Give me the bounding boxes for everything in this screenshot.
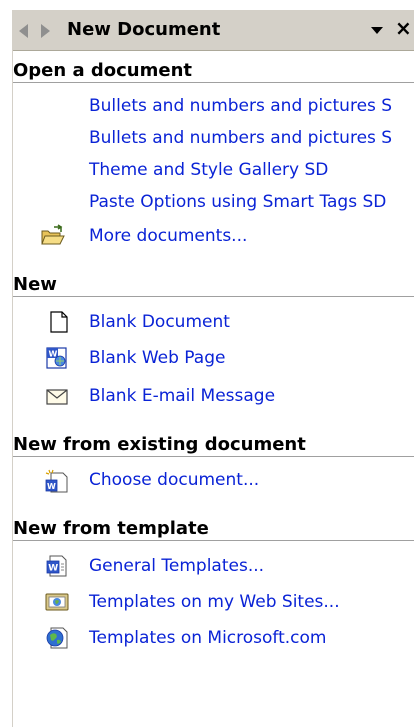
templates-on-microsoft-link[interactable]: Templates on Microsoft.com <box>89 628 327 648</box>
web-sites-template-icon <box>45 593 69 611</box>
recent-document-1-label[interactable]: Bullets and numbers and pictures S <box>89 96 392 116</box>
word-template-icon: W <box>46 555 67 577</box>
recent-document-3-label[interactable]: Theme and Style Gallery SD <box>89 160 328 180</box>
envelope-icon <box>46 389 68 405</box>
back-arrow-icon[interactable] <box>19 24 28 38</box>
more-documents-item[interactable]: More documents... <box>13 222 414 250</box>
task-pane-title: New Document <box>67 19 221 40</box>
templates-on-my-web-sites-link[interactable]: Templates on my Web Sites... <box>89 592 340 612</box>
choose-document-link[interactable]: Choose document... <box>89 470 259 490</box>
open-folder-icon <box>41 224 65 245</box>
recent-document-2[interactable]: Bullets and numbers and pictures S <box>13 124 414 152</box>
general-templates-link[interactable]: General Templates... <box>89 556 264 576</box>
task-pane: New Document × Open a document Bullets a… <box>12 10 414 727</box>
template-item-general[interactable]: W General Templates... <box>13 552 414 580</box>
template-item-web-sites[interactable]: Templates on my Web Sites... <box>13 588 414 616</box>
recent-document-4-label[interactable]: Paste Options using Smart Tags SD <box>89 192 386 212</box>
more-documents-link[interactable]: More documents... <box>89 226 247 246</box>
section-heading-new-from-template: New from template <box>13 518 414 541</box>
new-item-blank-document[interactable]: Blank Document <box>13 308 414 336</box>
recent-document-3[interactable]: Theme and Style Gallery SD <box>13 156 414 184</box>
recent-document-2-label[interactable]: Bullets and numbers and pictures S <box>89 128 392 148</box>
blank-page-icon <box>50 311 68 333</box>
svg-text:W: W <box>47 482 56 491</box>
svg-text:W: W <box>49 350 58 359</box>
new-from-existing-icon: W <box>45 469 68 493</box>
new-item-blank-email[interactable]: Blank E-mail Message <box>13 382 414 410</box>
section-heading-open-document: Open a document <box>13 60 414 83</box>
forward-arrow-icon[interactable] <box>41 24 50 38</box>
section-heading-new-from-existing: New from existing document <box>13 434 414 457</box>
recent-document-1[interactable]: Bullets and numbers and pictures S <box>13 92 414 120</box>
blank-email-link[interactable]: Blank E-mail Message <box>89 386 275 406</box>
blank-web-page-link[interactable]: Blank Web Page <box>89 348 225 368</box>
recent-document-4[interactable]: Paste Options using Smart Tags SD <box>13 188 414 216</box>
new-item-blank-web-page[interactable]: W Blank Web Page <box>13 344 414 372</box>
close-icon[interactable]: × <box>395 17 412 39</box>
blank-document-link[interactable]: Blank Document <box>89 312 230 332</box>
section-heading-new: New <box>13 274 414 297</box>
globe-icon <box>46 627 68 649</box>
svg-text:W: W <box>48 564 58 574</box>
dropdown-arrow-icon[interactable] <box>371 27 383 34</box>
web-page-icon: W <box>46 347 67 369</box>
template-item-microsoft[interactable]: Templates on Microsoft.com <box>13 624 414 652</box>
task-pane-titlebar: New Document × <box>13 10 414 51</box>
existing-item-choose-document[interactable]: W Choose document... <box>13 466 414 494</box>
